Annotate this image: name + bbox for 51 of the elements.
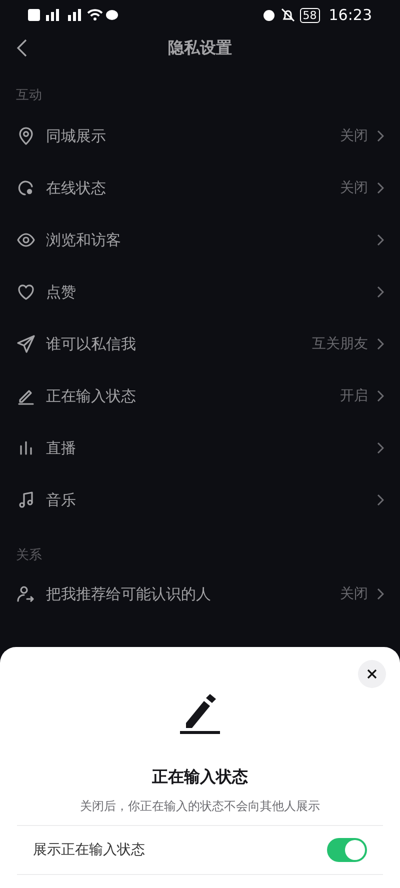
section-header: 互动: [16, 87, 42, 106]
back-icon[interactable]: [16, 38, 28, 58]
eye-icon: [16, 230, 36, 250]
settings-row[interactable]: 正在输入状态 开启: [0, 370, 400, 422]
chevron-right-icon: [376, 182, 384, 194]
settings-row[interactable]: 点赞: [0, 266, 400, 318]
chevron-right-icon: [376, 234, 384, 246]
settings-row[interactable]: 浏览和访客: [0, 214, 400, 266]
settings-row[interactable]: 直播: [0, 422, 400, 474]
toggle-switch[interactable]: [327, 838, 367, 862]
chevron-right-icon: [376, 286, 384, 298]
settings-row[interactable]: 音乐: [0, 474, 400, 526]
settings-row[interactable]: 把我推荐给可能认识的人 关闭: [0, 568, 400, 620]
row-value: 开启: [340, 386, 368, 406]
chevron-right-icon: [376, 390, 384, 402]
row-label: 谁可以私信我: [46, 334, 137, 355]
chevron-right-icon: [376, 130, 384, 142]
settings-row[interactable]: 谁可以私信我 互关朋友: [0, 318, 400, 370]
mute-icon: [280, 8, 295, 22]
user-share-icon: [16, 584, 36, 604]
clock: 16:23: [328, 4, 372, 26]
sheet-description: 关闭后，你正在输入的状态不会向其他人展示: [80, 798, 320, 815]
row-label: 音乐: [46, 490, 77, 511]
send-icon: [16, 334, 36, 354]
row-value: 互关朋友: [312, 334, 368, 354]
pin-icon: [16, 126, 36, 146]
page-title: 隐私设置: [168, 37, 232, 59]
row-value: 关闭: [340, 126, 368, 146]
chevron-right-icon: [376, 442, 384, 454]
row-label: 把我推荐给可能认识的人: [46, 584, 212, 605]
settings-row[interactable]: 在线状态 关闭: [0, 162, 400, 214]
close-button[interactable]: [358, 660, 386, 688]
section-header: 关系: [16, 547, 42, 566]
row-value: 关闭: [340, 584, 368, 604]
row-value: 关闭: [340, 178, 368, 198]
row-label: 正在输入状态: [46, 386, 137, 407]
chevron-right-icon: [376, 338, 384, 350]
chevron-right-icon: [376, 494, 384, 506]
row-label: 在线状态: [46, 178, 107, 199]
battery-level: 58: [300, 8, 320, 22]
heart-icon: [16, 282, 36, 302]
sheet-title: 正在输入状态: [152, 766, 248, 788]
chevron-right-icon: [376, 588, 384, 600]
toggle-label: 展示正在输入状态: [33, 840, 145, 860]
settings-row[interactable]: 同城展示 关闭: [0, 110, 400, 162]
row-label: 点赞: [46, 282, 77, 303]
row-label: 浏览和访客: [46, 230, 122, 251]
close-icon: [367, 669, 377, 679]
row-label: 直播: [46, 438, 77, 459]
row-label: 同城展示: [46, 126, 107, 147]
music-note-icon: [16, 490, 36, 510]
